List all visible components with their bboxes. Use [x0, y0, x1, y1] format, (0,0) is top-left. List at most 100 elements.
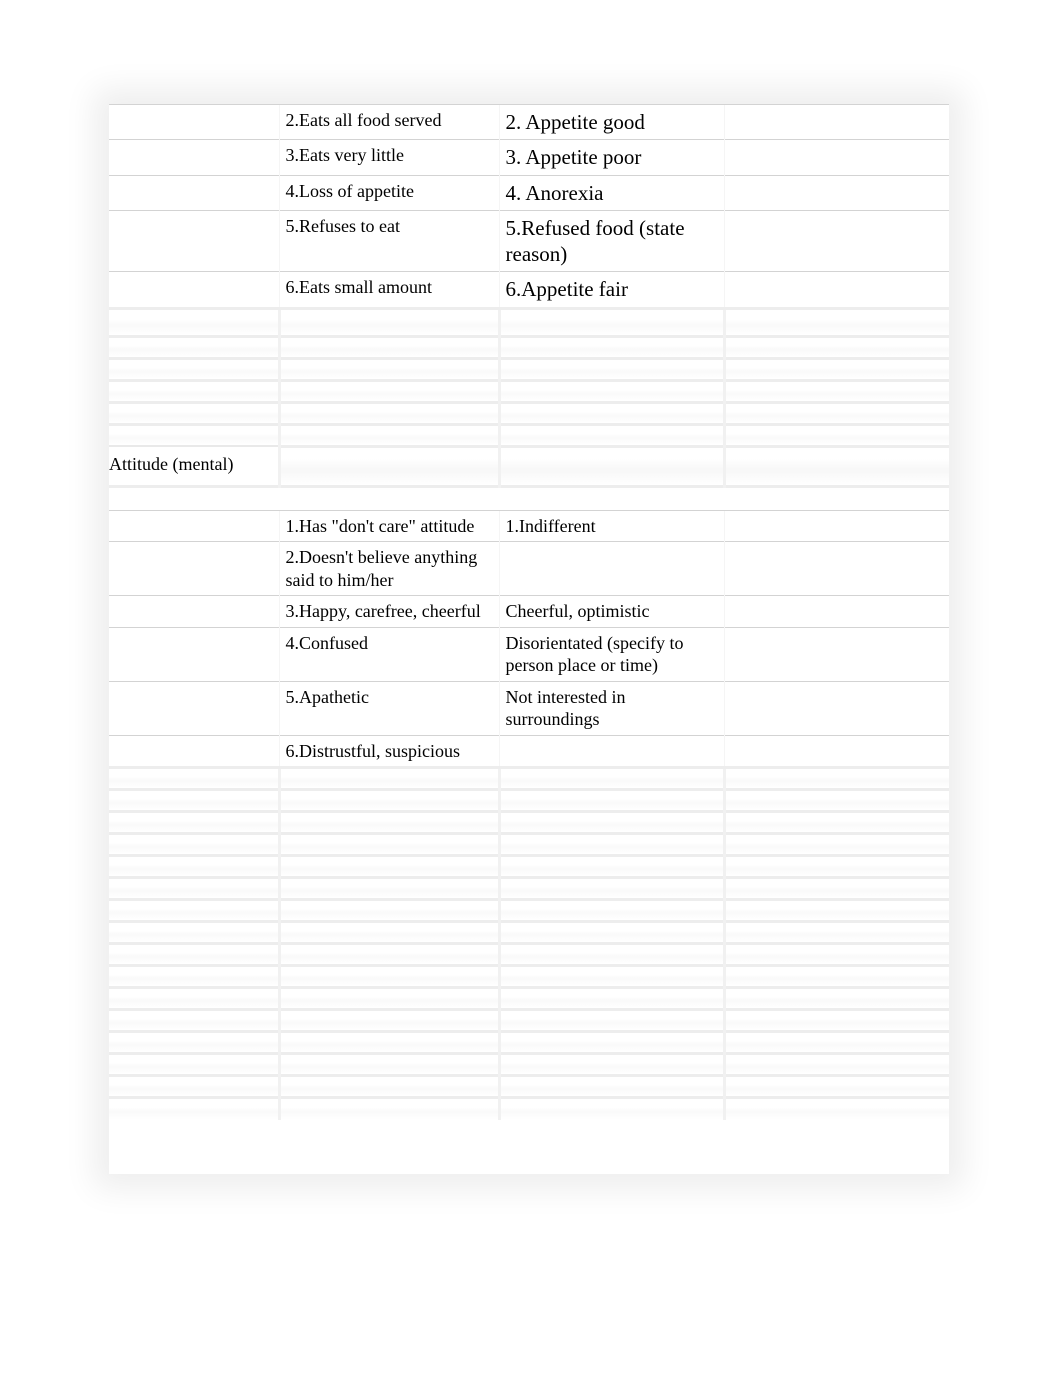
blurred-row — [109, 380, 949, 402]
blurred-cell — [109, 768, 279, 790]
table-row: 2.Doesn't believe anything said to him/h… — [109, 542, 949, 596]
blurred-row — [109, 358, 949, 380]
blurred-cell — [724, 834, 949, 856]
row-label-cell — [109, 272, 279, 308]
row-label-cell — [109, 596, 279, 628]
blurred-row — [109, 308, 949, 336]
blurred-row — [109, 812, 949, 834]
blurred-cell — [724, 336, 949, 358]
blurred-row — [109, 1098, 949, 1120]
blurred-cell — [109, 878, 279, 900]
blurred-cell — [499, 988, 724, 1010]
blurred-cell — [279, 402, 499, 424]
blurred-cell — [724, 768, 949, 790]
blurred-cell — [109, 358, 279, 380]
blurred-row — [109, 486, 949, 510]
blurred-row — [109, 922, 949, 944]
blurred-cell — [724, 1098, 949, 1120]
medical-term-cell: 6.Appetite fair — [499, 272, 724, 308]
blurred-row — [109, 1076, 949, 1098]
blurred-cell — [724, 1076, 949, 1098]
table-row: 6.Eats small amount6.Appetite fair — [109, 272, 949, 308]
medical-term-cell: 1.Indifferent — [499, 510, 724, 542]
table-row: 3.Eats very little3. Appetite poor — [109, 140, 949, 175]
blurred-row — [109, 336, 949, 358]
blurred-cell — [724, 878, 949, 900]
empty-cell — [724, 542, 949, 596]
blurred-cell — [724, 380, 949, 402]
blurred-cell — [109, 856, 279, 878]
blurred-cell — [499, 834, 724, 856]
blurred-cell — [279, 812, 499, 834]
section-header-row: Attitude (mental) — [109, 446, 949, 486]
blurred-cell — [724, 790, 949, 812]
blurred-row — [109, 834, 949, 856]
blurred-row — [109, 856, 949, 878]
table-row: 4.ConfusedDisorientated (specify to pers… — [109, 627, 949, 681]
blurred-cell — [724, 424, 949, 446]
blurred-cell — [109, 988, 279, 1010]
blurred-cell — [109, 1076, 279, 1098]
blurred-cell — [499, 1010, 724, 1032]
blurred-cell — [499, 856, 724, 878]
blurred-cell — [499, 900, 724, 922]
empty-cell — [724, 627, 949, 681]
blurred-cell — [279, 336, 499, 358]
row-label-cell — [109, 175, 279, 210]
blurred-cell — [279, 308, 499, 336]
medical-term-cell: 5.Refused food (state reason) — [499, 210, 724, 272]
blurred-cell — [499, 1032, 724, 1054]
blurred-cell — [499, 1076, 724, 1098]
table-row: 2.Eats all food served2. Appetite good — [109, 105, 949, 140]
blurred-cell — [724, 812, 949, 834]
blurred-cell — [499, 790, 724, 812]
blurred-cell — [279, 486, 499, 510]
blurred-cell — [279, 1010, 499, 1032]
blurred-row — [109, 768, 949, 790]
blurred-cell — [109, 944, 279, 966]
empty-cell — [724, 210, 949, 272]
blurred-cell — [109, 812, 279, 834]
blurred-cell — [499, 922, 724, 944]
row-label-cell — [109, 542, 279, 596]
row-label-cell — [109, 140, 279, 175]
blurred-cell — [109, 424, 279, 446]
lay-term-cell: 6.Eats small amount — [279, 272, 499, 308]
empty-cell — [724, 105, 949, 140]
empty-cell — [724, 140, 949, 175]
blurred-cell — [279, 988, 499, 1010]
blurred-row — [109, 988, 949, 1010]
row-label-cell — [109, 681, 279, 735]
table-row: 3.Happy, carefree, cheerfulCheerful, opt… — [109, 596, 949, 628]
blurred-cell — [724, 988, 949, 1010]
blurred-cell — [724, 358, 949, 380]
blurred-cell — [724, 1010, 949, 1032]
blurred-row — [109, 790, 949, 812]
blurred-cell — [109, 336, 279, 358]
blurred-cell — [724, 944, 949, 966]
blurred-cell — [109, 380, 279, 402]
blurred-row — [109, 1032, 949, 1054]
lay-term-cell: 3.Eats very little — [279, 140, 499, 175]
table-row: 5.ApatheticNot interested in surrounding… — [109, 681, 949, 735]
blurred-row — [109, 1010, 949, 1032]
blurred-cell — [499, 424, 724, 446]
empty-cell — [724, 735, 949, 768]
blurred-cell — [724, 966, 949, 988]
empty-cell — [724, 175, 949, 210]
blurred-cell — [724, 446, 949, 486]
blurred-cell — [279, 1098, 499, 1120]
blurred-cell — [279, 1054, 499, 1076]
table-row: 6.Distrustful, suspicious — [109, 735, 949, 768]
blurred-cell — [499, 878, 724, 900]
blurred-cell — [109, 922, 279, 944]
empty-cell — [724, 596, 949, 628]
blurred-cell — [499, 768, 724, 790]
row-label-cell — [109, 210, 279, 272]
blurred-cell — [724, 900, 949, 922]
blurred-cell — [279, 900, 499, 922]
blurred-cell — [499, 308, 724, 336]
blurred-cell — [279, 380, 499, 402]
blurred-cell — [279, 768, 499, 790]
blurred-cell — [109, 402, 279, 424]
